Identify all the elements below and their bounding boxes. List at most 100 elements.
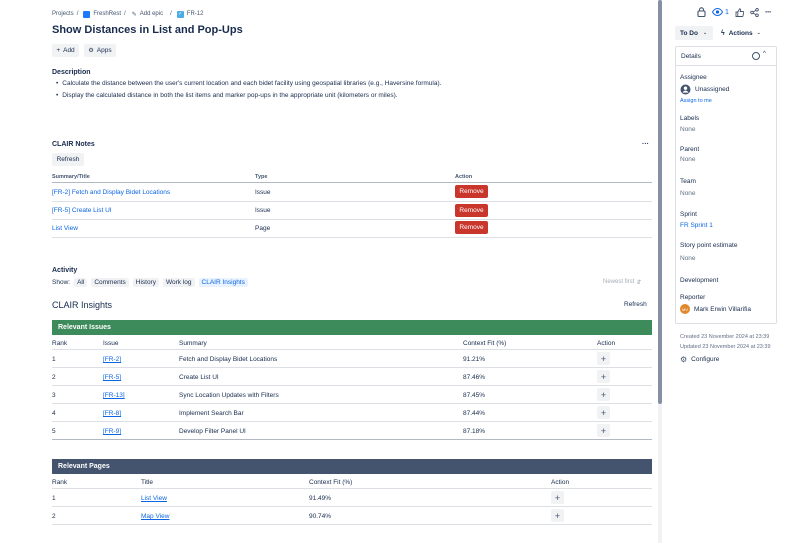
development-label: Development bbox=[680, 277, 719, 284]
breadcrumb-project[interactable]: FreshRest bbox=[93, 11, 121, 17]
add-issue-button[interactable]: + bbox=[597, 424, 610, 437]
labels-value[interactable]: None bbox=[680, 126, 696, 133]
remove-button[interactable]: Remove bbox=[455, 221, 488, 234]
issue-rank: 4 bbox=[52, 410, 56, 417]
thumbs-up-icon[interactable] bbox=[735, 7, 744, 17]
table-divider bbox=[52, 349, 652, 350]
add-button[interactable]: + Add bbox=[52, 44, 79, 57]
share-icon[interactable] bbox=[750, 7, 759, 17]
avatar: MV bbox=[680, 304, 690, 314]
breadcrumb-separator: / bbox=[76, 11, 79, 17]
add-page-button[interactable]: + bbox=[551, 491, 564, 504]
parent-value[interactable]: None bbox=[680, 156, 696, 163]
breadcrumb: Projects / FreshRest / ✎ Add epic / ✓ FR… bbox=[52, 9, 203, 19]
watch-button[interactable]: 1 bbox=[712, 8, 729, 16]
clair-insights-refresh-button[interactable]: Refresh bbox=[624, 301, 647, 308]
team-value[interactable]: None bbox=[680, 190, 696, 197]
clair-notes-refresh-button[interactable]: Refresh bbox=[52, 153, 84, 166]
issue-rank: 2 bbox=[52, 374, 56, 381]
filter-clair-insights[interactable]: CLAIR Insights bbox=[198, 278, 248, 287]
filter-comments[interactable]: Comments bbox=[91, 278, 129, 287]
issue-link[interactable]: [FR-9] bbox=[103, 428, 121, 435]
relevant-issues-banner: Relevant Issues bbox=[52, 320, 652, 335]
remove-button[interactable]: Remove bbox=[455, 204, 488, 217]
clair-insights-heading: CLAIR Insights bbox=[52, 300, 113, 310]
table-divider bbox=[52, 403, 652, 404]
issues-column-header: Rank bbox=[52, 340, 68, 347]
sprint-label: Sprint bbox=[680, 211, 697, 218]
issue-fit: 87.46% bbox=[463, 374, 486, 381]
issue-summary: Fetch and Display Bidet Locations bbox=[179, 356, 278, 363]
issue-rank: 1 bbox=[52, 356, 56, 363]
show-label: Show: bbox=[52, 279, 71, 286]
breadcrumb-add-epic[interactable]: Add epic bbox=[140, 11, 163, 17]
table-divider bbox=[52, 385, 652, 386]
collapse-chevron-icon[interactable]: ^ bbox=[763, 51, 766, 57]
clair-notes-heading: CLAIR Notes bbox=[52, 141, 95, 148]
filter-history[interactable]: History bbox=[132, 278, 159, 287]
issues-column-header: Action bbox=[597, 340, 616, 347]
page-link[interactable]: List View bbox=[141, 495, 167, 502]
add-issue-button[interactable]: + bbox=[597, 388, 610, 401]
actions-dropdown[interactable]: ϟ Actions ⌄ bbox=[721, 26, 761, 40]
issue-link[interactable]: [FR-2] bbox=[103, 356, 121, 363]
issue-link[interactable]: [FR-5] bbox=[103, 374, 121, 381]
add-issue-button[interactable]: + bbox=[597, 370, 610, 383]
activity-filters: Show: All Comments History Work log CLAI… bbox=[52, 278, 248, 287]
details-heading[interactable]: Details bbox=[681, 53, 701, 60]
activity-heading: Activity bbox=[52, 267, 78, 274]
notes-row-title[interactable]: [FR-5] Create List UI bbox=[52, 207, 112, 214]
table-divider bbox=[52, 182, 652, 183]
add-issue-button[interactable]: + bbox=[597, 406, 610, 419]
relevant-pages-banner: Relevant Pages bbox=[52, 459, 652, 474]
project-icon bbox=[83, 10, 91, 18]
reporter-field[interactable]: MV Mark Erwin Villarifia bbox=[680, 304, 751, 314]
user-avatar-icon bbox=[680, 84, 691, 95]
scrollbar-thumb[interactable] bbox=[658, 0, 662, 404]
watch-count: 1 bbox=[725, 8, 729, 16]
assignee-field[interactable]: Unassigned bbox=[680, 84, 729, 95]
filter-all[interactable]: All bbox=[74, 278, 88, 287]
issue-link[interactable]: [FR-13] bbox=[103, 392, 125, 399]
issue-rank: 3 bbox=[52, 392, 56, 399]
remove-button[interactable]: Remove bbox=[455, 185, 488, 198]
notes-column-header: Type bbox=[255, 174, 268, 180]
settings-icon[interactable] bbox=[752, 52, 760, 60]
assignee-label: Assignee bbox=[680, 74, 707, 81]
notes-row-type: Issue bbox=[255, 207, 271, 214]
pages-column-header: Title bbox=[141, 479, 154, 486]
lock-icon[interactable] bbox=[697, 7, 706, 17]
status-dropdown[interactable]: To Do ⌄ bbox=[675, 26, 713, 40]
pages-column-header: Rank bbox=[52, 479, 68, 486]
description-bullet: • Calculate the distance between the user… bbox=[56, 80, 442, 87]
issue-fit: 91.21% bbox=[463, 356, 486, 363]
issue-summary: Develop Filter Panel UI bbox=[179, 428, 246, 435]
sort-newest-first[interactable]: Newest first ⇵ bbox=[603, 279, 641, 286]
issue-link[interactable]: [FR-8] bbox=[103, 410, 121, 417]
task-checkbox-icon: ✓ bbox=[176, 10, 184, 18]
chevron-down-icon: ⌄ bbox=[756, 30, 761, 36]
created-timestamp: Created 23 November 2024 at 23:39 bbox=[680, 334, 770, 340]
description-bullet: • Display the calculated distance in both… bbox=[56, 92, 398, 99]
sprint-value[interactable]: FR Sprint 1 bbox=[680, 222, 713, 229]
assign-to-me-link[interactable]: Assign to me bbox=[680, 98, 712, 104]
table-divider bbox=[52, 421, 652, 422]
issue-summary: Create List UI bbox=[179, 374, 219, 381]
eye-icon bbox=[712, 8, 723, 16]
filter-work-log[interactable]: Work log bbox=[162, 278, 195, 287]
story-points-value[interactable]: None bbox=[680, 255, 696, 262]
more-options-icon[interactable]: ··· bbox=[642, 141, 649, 148]
notes-row-title[interactable]: List View bbox=[52, 225, 78, 232]
configure-button[interactable]: ⚙ Configure bbox=[680, 355, 719, 364]
pages-column-header: Action bbox=[551, 479, 570, 486]
more-actions-icon[interactable]: ··· bbox=[765, 7, 772, 17]
page-link[interactable]: Map View bbox=[141, 513, 169, 520]
breadcrumb-projects[interactable]: Projects bbox=[52, 11, 74, 17]
breadcrumb-issue-key[interactable]: FR-12 bbox=[187, 11, 204, 17]
notes-row-title[interactable]: [FR-2] Fetch and Display Bidet Locations bbox=[52, 189, 170, 196]
description-heading: Description bbox=[52, 69, 91, 76]
apps-button[interactable]: ⚙ Apps bbox=[84, 44, 116, 57]
add-page-button[interactable]: + bbox=[551, 509, 564, 522]
add-issue-button[interactable]: + bbox=[597, 352, 610, 365]
issues-column-header: Summary bbox=[179, 340, 207, 347]
